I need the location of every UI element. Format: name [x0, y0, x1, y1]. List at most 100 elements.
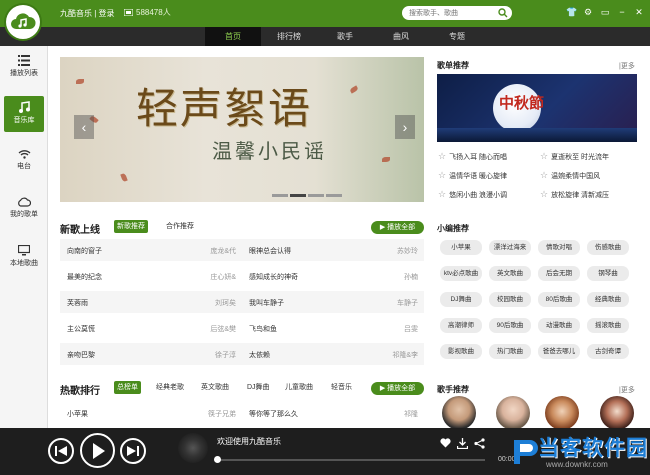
tab-rankings[interactable]: 排行榜	[261, 27, 317, 46]
song-row[interactable]: 飞鸟和鱼 吕雯	[242, 317, 424, 339]
playlist-rec-label: 温情华语 暖心旋律	[449, 172, 508, 180]
app-logo	[6, 5, 40, 39]
song-row[interactable]: 我叫车静子 车静子	[242, 291, 424, 313]
song-artist: 刘珂矣	[215, 300, 236, 307]
previous-button[interactable]	[48, 438, 74, 464]
song-title: 感知成长的神奇	[249, 274, 298, 281]
charts-play-all-button[interactable]: ▶ 播放全部	[371, 382, 424, 395]
window-controls: 👕 ⚙ ▭ − ✕	[566, 7, 644, 17]
editor-rec-tag[interactable]: 情歌对唱	[538, 240, 580, 255]
tab-english[interactable]: 英文歌曲	[198, 381, 232, 394]
tab-artists[interactable]: 歌手	[317, 27, 373, 46]
banner-next-arrow[interactable]: ›	[395, 115, 415, 139]
song-title: 眼神总会认得	[249, 248, 291, 255]
editor-rec-tag[interactable]: 爸爸去哪儿	[538, 344, 580, 359]
artist-rec-more-link[interactable]: |更多	[619, 385, 635, 395]
editor-rec-tag[interactable]: 80后歌曲	[538, 292, 580, 307]
playlist-rec-item[interactable]: ☆ 温婉柔情中国风	[540, 170, 600, 181]
sidebar-item-playlist[interactable]: 播放列表	[2, 50, 46, 86]
playlist-rec-item[interactable]: ☆ 放松旋律 清新减压	[540, 189, 609, 200]
banner-dot[interactable]	[272, 194, 288, 197]
editor-rec-tag[interactable]: 校园歌曲	[489, 292, 531, 307]
editor-rec-tag[interactable]: 热门歌曲	[489, 344, 531, 359]
song-artist: 庄心妍&	[210, 274, 236, 281]
editor-rec-tag[interactable]: 漂洋过海来	[489, 240, 531, 255]
minimize-icon[interactable]: −	[617, 7, 627, 17]
banner-prev-arrow[interactable]: ‹	[74, 115, 94, 139]
tab-genres[interactable]: 曲风	[373, 27, 429, 46]
editor-rec-tag[interactable]: 影视歌曲	[440, 344, 482, 359]
next-button[interactable]	[120, 438, 146, 464]
editor-rec-tag[interactable]: 钢琴曲	[587, 266, 629, 281]
song-row[interactable]: 主公莫慌 后弦&樊	[60, 317, 242, 339]
close-icon[interactable]: ✕	[634, 7, 644, 17]
app-title[interactable]: 九酷音乐 | 登录	[60, 8, 115, 19]
heart-icon[interactable]	[440, 438, 451, 448]
sidebar-item-radio[interactable]: 电台	[2, 144, 46, 180]
editor-rec-tag[interactable]: ktv必点歌曲	[440, 266, 482, 281]
mini-mode-icon[interactable]: ▭	[600, 7, 610, 17]
editor-rec-tag[interactable]: 动漫歌曲	[538, 318, 580, 333]
search-input[interactable]	[402, 6, 512, 20]
editor-rec-tag[interactable]: 小苹果	[440, 240, 482, 255]
editor-rec-tag[interactable]: 古剑奇谭	[587, 344, 629, 359]
playlist-rec-cover[interactable]: 中秋節	[437, 74, 637, 142]
song-row[interactable]: 向南的窗子 庞龙&代	[60, 239, 242, 261]
avatar[interactable]	[600, 396, 634, 430]
song-artist: 筷子兄弟	[208, 411, 236, 418]
editor-rec-tag[interactable]: 伤感歌曲	[587, 240, 629, 255]
playlist-rec-item[interactable]: ☆ 温情华语 暖心旋律	[438, 170, 507, 181]
tab-light-music[interactable]: 轻音乐	[328, 381, 355, 394]
song-row[interactable]: 眼神总会认得 苏妙玲	[242, 239, 424, 261]
playlist-rec-more-link[interactable]: |更多	[619, 61, 635, 71]
song-row[interactable]: 亲吻巴黎 徐子淳	[60, 343, 242, 365]
song-row[interactable]: 太依赖 祁隆&李	[242, 343, 424, 365]
editor-rec-tag[interactable]: 高潮律师	[440, 318, 482, 333]
song-row[interactable]: 最美的纪念 庄心妍&	[60, 265, 242, 287]
play-all-button[interactable]: ▶ 播放全部	[371, 221, 424, 234]
chart-row[interactable]: 小苹果 筷子兄弟	[60, 402, 242, 424]
song-row[interactable]: 感知成长的神奇 孙楠	[242, 265, 424, 287]
editor-rec-tag[interactable]: 英文歌曲	[489, 266, 531, 281]
song-row[interactable]: 芙蓉雨 刘珂矣	[60, 291, 242, 313]
search-icon[interactable]	[498, 8, 508, 18]
song-title: 亲吻巴黎	[67, 352, 95, 359]
title-bar: 九酷音乐 | 登录 588478人 👕 ⚙ ▭ − ✕	[0, 0, 650, 27]
sidebar-item-library[interactable]: 音乐库	[4, 96, 44, 132]
play-button[interactable]	[80, 433, 115, 468]
editor-rec-tag[interactable]: 90后歌曲	[489, 318, 531, 333]
editor-rec-tag[interactable]: 摇滚歌曲	[587, 318, 629, 333]
tab-topics[interactable]: 专题	[429, 27, 485, 46]
tab-children[interactable]: 儿童歌曲	[282, 381, 316, 394]
editor-rec-tag[interactable]: 经典歌曲	[587, 292, 629, 307]
album-cover[interactable]	[178, 433, 208, 463]
skin-icon[interactable]: 👕	[566, 7, 577, 17]
tab-new-recommend[interactable]: 新歌推荐	[114, 220, 148, 233]
progress-handle[interactable]	[214, 456, 221, 463]
share-icon[interactable]	[474, 438, 485, 449]
progress-bar[interactable]	[215, 459, 485, 461]
tab-home[interactable]: 首页	[205, 27, 261, 46]
download-icon[interactable]	[457, 438, 468, 449]
tab-overall-chart[interactable]: 总榜单	[114, 381, 141, 394]
banner-dot-active[interactable]	[290, 194, 306, 197]
editor-rec-tag[interactable]: 后会无期	[538, 266, 580, 281]
avatar[interactable]	[496, 396, 530, 430]
tab-cooperation[interactable]: 合作推荐	[163, 220, 197, 233]
playlist-rec-item[interactable]: ☆ 飞扬入耳 随心而唱	[438, 151, 507, 162]
avatar[interactable]	[545, 396, 579, 430]
tab-classic[interactable]: 经典老歌	[153, 381, 187, 394]
settings-icon[interactable]: ⚙	[583, 7, 593, 17]
sidebar-item-my-playlists[interactable]: 我的歌单	[2, 192, 46, 228]
playlist-rec-item[interactable]: ☆ 悠闲小曲 浪漫小调	[438, 189, 507, 200]
editor-rec-tag[interactable]: DJ舞曲	[440, 292, 482, 307]
avatar[interactable]	[442, 396, 476, 430]
banner-carousel[interactable]: 轻声絮语 温馨小民谣 ‹ ›	[60, 57, 424, 202]
tab-dj[interactable]: DJ舞曲	[244, 381, 273, 394]
banner-dot[interactable]	[326, 194, 342, 197]
song-title: 小苹果	[67, 411, 88, 418]
playlist-rec-item[interactable]: ☆ 夏逝秋至 时光流年	[540, 151, 609, 162]
chart-row[interactable]: 等你等了那么久 祁隆	[242, 402, 424, 424]
sidebar-item-local-songs[interactable]: 本地歌曲	[2, 240, 46, 276]
banner-dot[interactable]	[308, 194, 324, 197]
